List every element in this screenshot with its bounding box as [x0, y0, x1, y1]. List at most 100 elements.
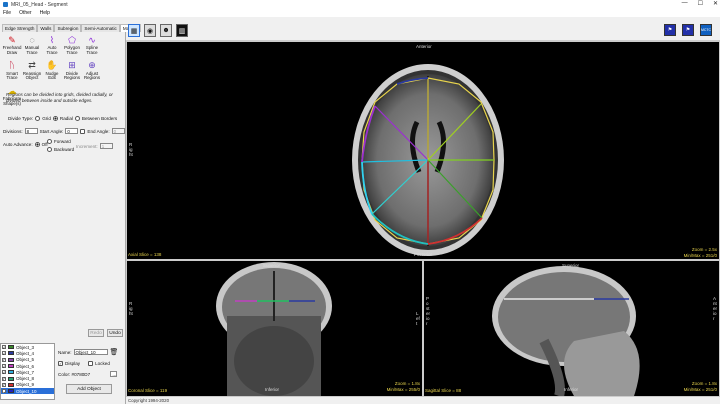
menu-bar: File Other Help: [0, 9, 720, 17]
grid-radio[interactable]: [35, 116, 41, 121]
head-icon[interactable]: ☻: [160, 24, 172, 37]
manual-trace-tool[interactable]: ◌ Manual Trace: [22, 34, 42, 56]
axial-slice: Axial Slice = 138: [128, 252, 162, 257]
display-label: Display: [65, 361, 81, 366]
object-name: Object_9: [16, 382, 35, 388]
axial-view[interactable]: Anterior Posterior Right Axial Slice = 1…: [126, 41, 720, 260]
forward-label: Forward: [54, 139, 71, 144]
object-visible-checkbox[interactable]: ✓: [2, 357, 6, 362]
image-area: Anterior Posterior Right Axial Slice = 1…: [126, 41, 720, 398]
tab-semi-automatic[interactable]: Semi-Automatic: [81, 24, 120, 32]
between-borders-radio[interactable]: [74, 116, 80, 121]
tab-subregion[interactable]: Subregion: [54, 24, 82, 32]
reassign-object-tool[interactable]: ⇄ Reassign Object: [22, 60, 42, 82]
object-visible-checkbox[interactable]: ✓: [2, 351, 6, 356]
backward-radio[interactable]: [47, 147, 52, 152]
layout-icon[interactable]: ▦: [128, 24, 140, 37]
tool-tabs: Edge Strength Walls Subregion Semi-Autom…: [2, 24, 141, 32]
radial-label: Radial: [59, 116, 73, 121]
adjust-regions-label: Adjust Regions: [83, 70, 101, 81]
object-visible-checkbox[interactable]: ✓: [2, 382, 6, 387]
sagittal-bottom-label: Inferior: [564, 387, 579, 392]
manual-trace-label: Manual Trace: [24, 45, 40, 55]
off-radio[interactable]: [34, 142, 40, 147]
object-color-swatch: [8, 364, 14, 369]
minimize-button[interactable]: —: [682, 0, 688, 7]
freehand-draw-label: Freehand Draw: [2, 45, 22, 55]
coronal-top-label: Superior: [263, 263, 281, 268]
divide-type-row: Divide Type: Grid Radial Between Borders: [8, 116, 117, 121]
object-list: ✓ Object_3 ✓ Object_4 ✓ Object_5 ✓ Object_6 ✓ Obj…: [0, 343, 55, 400]
spline-trace-tool[interactable]: ∿ Spline Trace: [82, 34, 102, 56]
view-toolbar: ▦ ◉ ☻ ▥: [128, 24, 188, 37]
object-visible-checkbox[interactable]: ✓: [2, 364, 6, 369]
add-object-button[interactable]: Add Object: [66, 384, 112, 394]
backward-row: Backward: [47, 147, 74, 152]
axial-left-label: Right: [129, 142, 133, 157]
freehand-draw-tool[interactable]: ✎ Freehand Draw: [2, 34, 22, 56]
trash-icon[interactable]: 🗑: [110, 348, 119, 356]
end-angle-input[interactable]: 0: [111, 128, 125, 134]
locked-checkbox[interactable]: [88, 361, 94, 366]
object-visible-checkbox[interactable]: ✓: [2, 370, 6, 375]
grid-label: Grid: [42, 116, 51, 121]
divisions-input[interactable]: 8: [24, 128, 38, 134]
object-visible-checkbox[interactable]: ✓: [2, 376, 6, 381]
tab-edge-strength[interactable]: Edge Strength: [2, 24, 38, 32]
divide-regions-tool[interactable]: ⊞ Divide Regions: [62, 60, 82, 82]
adjust-regions-tool[interactable]: ⊕ Adjust Regions: [82, 60, 102, 82]
object-color-swatch: [8, 376, 14, 381]
menu-help[interactable]: Help: [40, 10, 50, 16]
object-color-swatch: [8, 345, 14, 350]
redo-button[interactable]: Redo: [88, 329, 104, 337]
radial-radio[interactable]: [52, 116, 58, 121]
tab-walls[interactable]: Walls: [37, 24, 55, 32]
display-row: ✓ Display Locked: [58, 361, 110, 366]
coronal-zoom: Zoom = 1.8x: [394, 381, 420, 386]
start-angle-input[interactable]: 0: [65, 128, 79, 134]
object-name: Object_7: [16, 369, 35, 375]
axial-bottom-label: Posterior: [414, 252, 433, 257]
end-angle-checkbox[interactable]: [80, 128, 86, 134]
mctc-icon[interactable]: MCTC: [700, 24, 712, 36]
name-label: Name:: [58, 349, 72, 355]
brain-icon[interactable]: ◉: [144, 24, 156, 37]
coronal-bottom-label: Inferior: [265, 387, 280, 392]
smart-trace-tool[interactable]: ᚢ Smart Trace: [2, 60, 22, 82]
forward-radio[interactable]: [47, 139, 52, 144]
object-list-item[interactable]: ✓ Object_10: [1, 388, 54, 395]
auto-trace-label: Auto Trace: [46, 45, 58, 55]
divide-regions-label: Divide Regions: [63, 70, 81, 81]
end-angle-label: End Angle:: [87, 128, 110, 134]
sagittal-view[interactable]: Superior Inferior Posterior Anterior Sag…: [423, 260, 720, 398]
close-button[interactable]: ✕: [713, 0, 718, 7]
flag2-icon[interactable]: ⚑: [682, 24, 694, 36]
increment-input[interactable]: 1: [99, 143, 113, 149]
color-label: Color: #0780D7: [58, 371, 91, 377]
grid-icon[interactable]: ▥: [176, 24, 188, 37]
maximize-button[interactable]: ☐: [698, 0, 703, 7]
object-name-input[interactable]: Object_10: [73, 349, 108, 355]
title-bar: MRI_05_Head - Segment — ☐ ✕: [0, 0, 720, 9]
divisions-row: Divisions: 8 Start Angle: 0 End Angle: 0: [3, 128, 125, 134]
segment-app: MRI_05_Head - Segment — ☐ ✕ File Other H…: [0, 0, 720, 404]
flag-icon[interactable]: ⚑: [664, 24, 676, 36]
object-visible-checkbox[interactable]: ✓: [2, 345, 6, 350]
app-icon: [3, 2, 8, 7]
undo-button[interactable]: Undo: [107, 329, 123, 337]
object-name: Object_5: [16, 357, 35, 363]
nudge-edit-tool[interactable]: ✋ Nudge Edit: [42, 60, 62, 82]
display-checkbox[interactable]: ✓: [58, 361, 63, 366]
menu-other[interactable]: Other: [19, 10, 32, 16]
polygon-trace-tool[interactable]: ⬠ Polygon Trace: [62, 34, 82, 56]
auto-advance-label: Auto Advance:: [3, 142, 33, 147]
object-visible-checkbox[interactable]: ✓: [2, 389, 6, 394]
auto-advance-row: Auto Advance: Off: [3, 142, 48, 147]
object-properties: Name: Object_10 🗑 ✓ Display Locked Color…: [56, 343, 126, 400]
auto-trace-tool[interactable]: ⌇ Auto Trace: [42, 34, 62, 56]
object-color-swatch: [8, 382, 14, 387]
color-picker-button[interactable]: …: [110, 371, 118, 377]
menu-file[interactable]: File: [3, 10, 11, 16]
coronal-view[interactable]: Superior Inferior Right Left Coronal Sli…: [126, 260, 423, 397]
object-name: Object_4: [16, 350, 35, 356]
